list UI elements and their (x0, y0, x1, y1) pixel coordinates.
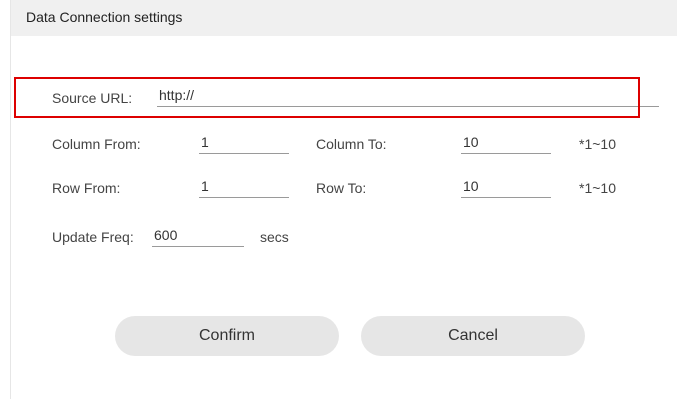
row-from-input[interactable] (199, 174, 289, 198)
column-to-label: Column To: (316, 136, 387, 152)
source-url-label: Source URL: (52, 90, 133, 106)
row-from-label: Row From: (52, 180, 121, 196)
update-freq-input[interactable] (152, 223, 244, 247)
column-to-input[interactable] (461, 130, 551, 154)
update-freq-label: Update Freq: (52, 229, 134, 245)
dialog-title: Data Connection settings (26, 9, 183, 25)
source-url-input[interactable] (157, 83, 659, 107)
row-to-input[interactable] (461, 174, 551, 198)
confirm-button[interactable]: Confirm (115, 316, 339, 356)
column-range-hint: *1~10 (579, 136, 616, 152)
column-from-label: Column From: (52, 136, 141, 152)
update-freq-unit: secs (260, 229, 289, 245)
row-to-label: Row To: (316, 180, 367, 196)
row-range-hint: *1~10 (579, 180, 616, 196)
data-connection-dialog: Data Connection settings Source URL: Col… (10, 0, 677, 399)
dialog-titlebar: Data Connection settings (11, 0, 677, 36)
column-from-input[interactable] (199, 130, 289, 154)
cancel-button[interactable]: Cancel (361, 316, 585, 356)
